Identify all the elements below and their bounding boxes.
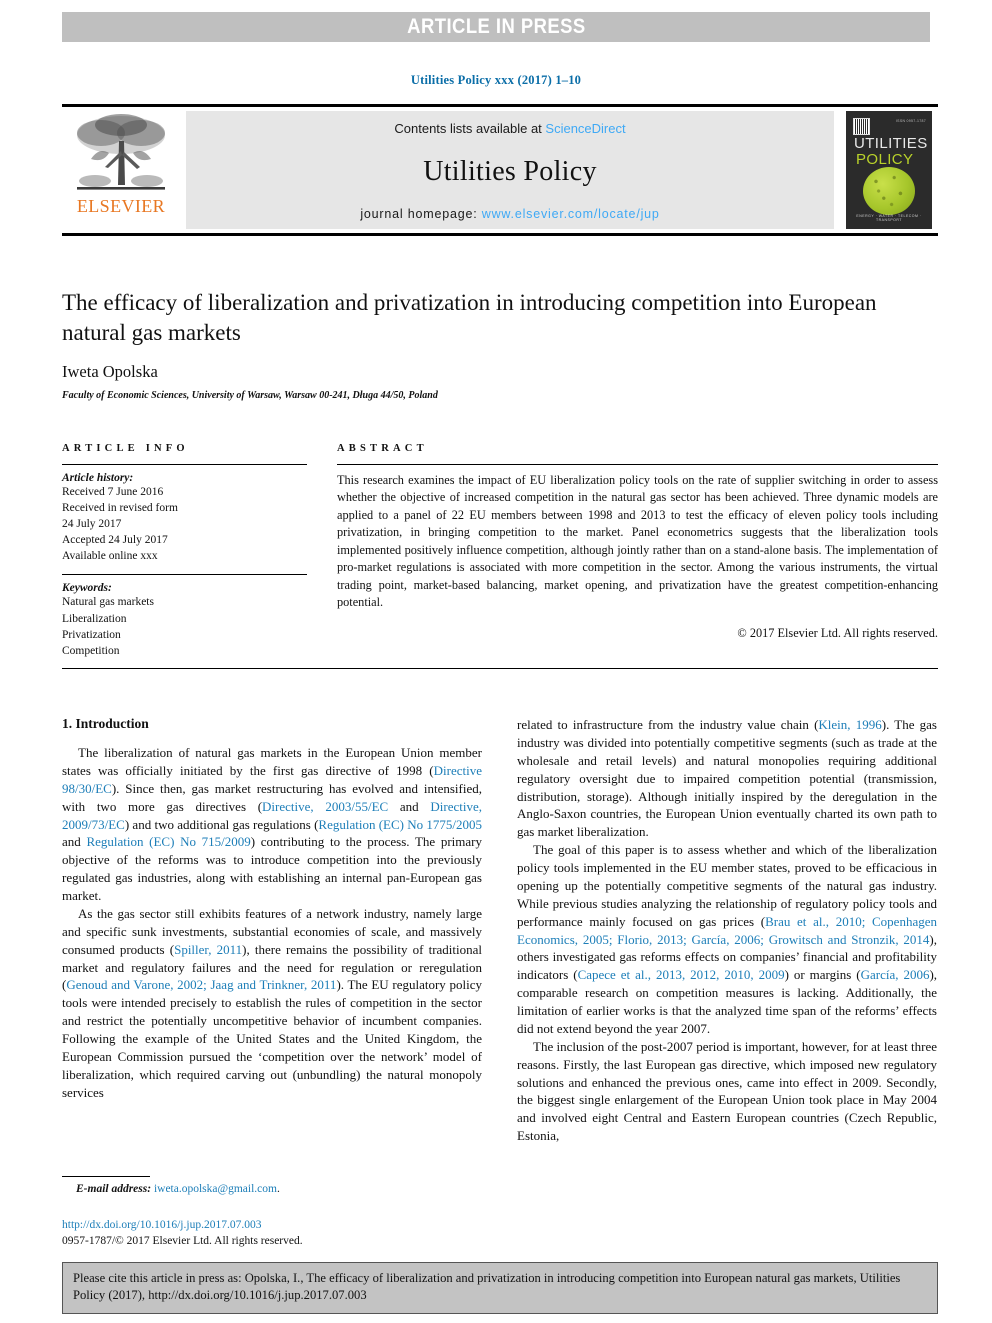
cover-issn-label: ISSN 0957-1787 — [895, 119, 926, 123]
email-footnote: E-mail address: iweta.opolska@gmail.com. — [76, 1183, 280, 1195]
page-title: The efficacy of liberalization and priva… — [62, 290, 877, 345]
citation-link[interactable]: Directive, 2003/55/EC — [262, 799, 388, 814]
doi-block: http://dx.doi.org/10.1016/j.jup.2017.07.… — [62, 1218, 482, 1249]
keyword-item: Privatization — [62, 628, 121, 641]
citation-link[interactable]: Regulation (EC) No 715/2009 — [86, 834, 250, 849]
citation-link[interactable]: Capece et al., 2013, 2012, 2010, 2009 — [578, 967, 785, 982]
journal-homepage-line: journal homepage: www.elsevier.com/locat… — [360, 207, 659, 221]
footnote-block: E-mail address: iweta.opolska@gmail.com. — [62, 1176, 482, 1195]
body-columns: 1. Introduction The liberalization of na… — [62, 716, 938, 1145]
cover-title-line1: UTILITIES — [854, 135, 928, 152]
author-affiliation: Faculty of Economic Sciences, University… — [62, 389, 438, 401]
abstract-heading: ABSTRACT — [337, 443, 428, 454]
journal-reference-line: Utilities Policy xxx (2017) 1–10 — [410, 73, 582, 87]
journal-title: Utilities Policy — [423, 155, 597, 187]
section-heading-introduction: 1. Introduction — [62, 716, 149, 731]
body-divider — [62, 668, 938, 669]
article-history-item: Received 7 June 2016 — [62, 486, 164, 498]
body-paragraph: related to infrastructure from the indus… — [517, 717, 937, 840]
left-paragraphs: The liberalization of natural gas market… — [62, 744, 482, 1102]
body-paragraph: The liberalization of natural gas market… — [62, 745, 482, 903]
body-paragraph: As the gas sector still exhibits feature… — [62, 905, 483, 1100]
journal-cover-image: ISSN 0957-1787 UTILITIES POLICY ENERGY ·… — [846, 111, 932, 229]
email-address-link[interactable]: iweta.opolska@gmail.com — [154, 1183, 277, 1195]
issn-copyright-line: 0957-1787/© 2017 Elsevier Ltd. All right… — [62, 1234, 303, 1247]
article-history-item: Available online xxx — [62, 550, 158, 563]
divider — [62, 574, 307, 576]
keywords-label: Keywords: — [62, 582, 112, 595]
journal-masthead: ELSEVIER Contents lists available at Sci… — [62, 104, 938, 236]
author-name: Iweta Opolska — [62, 361, 158, 381]
citation-link[interactable]: Klein, 1996 — [818, 717, 881, 732]
info-abstract-row: ARTICLE INFO Article history: Received 7… — [62, 443, 938, 659]
keyword-item: Liberalization — [62, 612, 127, 625]
article-history-label: Article history: — [62, 472, 134, 484]
article-in-press-label: ARTICLE IN PRESS — [406, 15, 586, 38]
sciencedirect-box: Contents lists available at ScienceDirec… — [186, 111, 834, 229]
cover-sphere-graphic — [863, 167, 915, 215]
contents-prefix: Contents lists available at — [394, 121, 546, 136]
cite-this-article-box: Please cite this article in press as: Op… — [62, 1262, 938, 1314]
elsevier-tree-icon — [77, 114, 165, 190]
body-column-left: 1. Introduction The liberalization of na… — [62, 716, 482, 1145]
citation-link[interactable]: Directive 98/30/EC — [62, 763, 482, 796]
article-in-press-banner: ARTICLE IN PRESS — [62, 12, 930, 42]
citation-link[interactable]: Regulation (EC) No 1775/2005 — [318, 817, 482, 832]
citation-link[interactable]: García, 2006 — [861, 967, 930, 982]
article-history-item: Received in revised form — [62, 502, 178, 515]
contents-list-line: Contents lists available at ScienceDirec… — [394, 121, 625, 136]
email-address-label: E-mail address: — [76, 1183, 152, 1195]
elsevier-wordmark: ELSEVIER — [76, 196, 166, 216]
article-history-item: 24 July 2017 — [62, 518, 122, 531]
footnote-rule — [62, 1176, 150, 1177]
cover-title-line2: POLICY — [856, 151, 914, 168]
citation-link[interactable]: Brau et al., 2010; Copenhagen Economics,… — [517, 914, 937, 947]
body-paragraph: The goal of this paper is to assess whet… — [517, 842, 938, 1036]
barcode-icon — [853, 118, 870, 135]
keyword-item: Competition — [62, 644, 120, 657]
homepage-prefix: journal homepage: — [360, 207, 482, 221]
cite-this-article-text: Please cite this article in press as: Op… — [73, 1271, 901, 1303]
body-paragraph: The inclusion of the post-2007 period is… — [517, 1038, 937, 1144]
journal-homepage-url[interactable]: www.elsevier.com/locate/jup — [482, 207, 660, 221]
title-block: The efficacy of liberalization and priva… — [62, 288, 938, 401]
article-page: ARTICLE IN PRESS Utilities Policy xxx (2… — [0, 0, 992, 1323]
article-info-column: ARTICLE INFO Article history: Received 7… — [62, 443, 307, 659]
abstract-column: ABSTRACT This research examines the impa… — [337, 443, 938, 659]
citation-link[interactable]: Genoud and Varone, 2002; Jaag and Trinkn… — [66, 977, 336, 992]
abstract-body: This research examines the impact of EU … — [337, 473, 938, 610]
divider — [337, 464, 938, 465]
body-column-right: related to infrastructure from the indus… — [517, 716, 937, 1145]
divider — [62, 464, 307, 465]
article-info-heading: ARTICLE INFO — [62, 443, 189, 454]
cover-footer-strip: ENERGY · WATER · TELECOM · TRANSPORT — [856, 214, 922, 222]
elsevier-logo: ELSEVIER — [62, 107, 180, 233]
journal-cover: ISSN 0957-1787 UTILITIES POLICY ENERGY ·… — [840, 107, 938, 233]
doi-link[interactable]: http://dx.doi.org/10.1016/j.jup.2017.07.… — [62, 1218, 482, 1234]
article-history-item: Accepted 24 July 2017 — [62, 534, 168, 547]
sciencedirect-link[interactable]: ScienceDirect — [545, 121, 625, 136]
keyword-item: Natural gas markets — [62, 596, 154, 609]
citation-link[interactable]: Spiller, 2011 — [174, 942, 242, 957]
right-paragraphs: related to infrastructure from the indus… — [517, 716, 937, 1145]
abstract-copyright: © 2017 Elsevier Ltd. All rights reserved… — [737, 625, 938, 640]
